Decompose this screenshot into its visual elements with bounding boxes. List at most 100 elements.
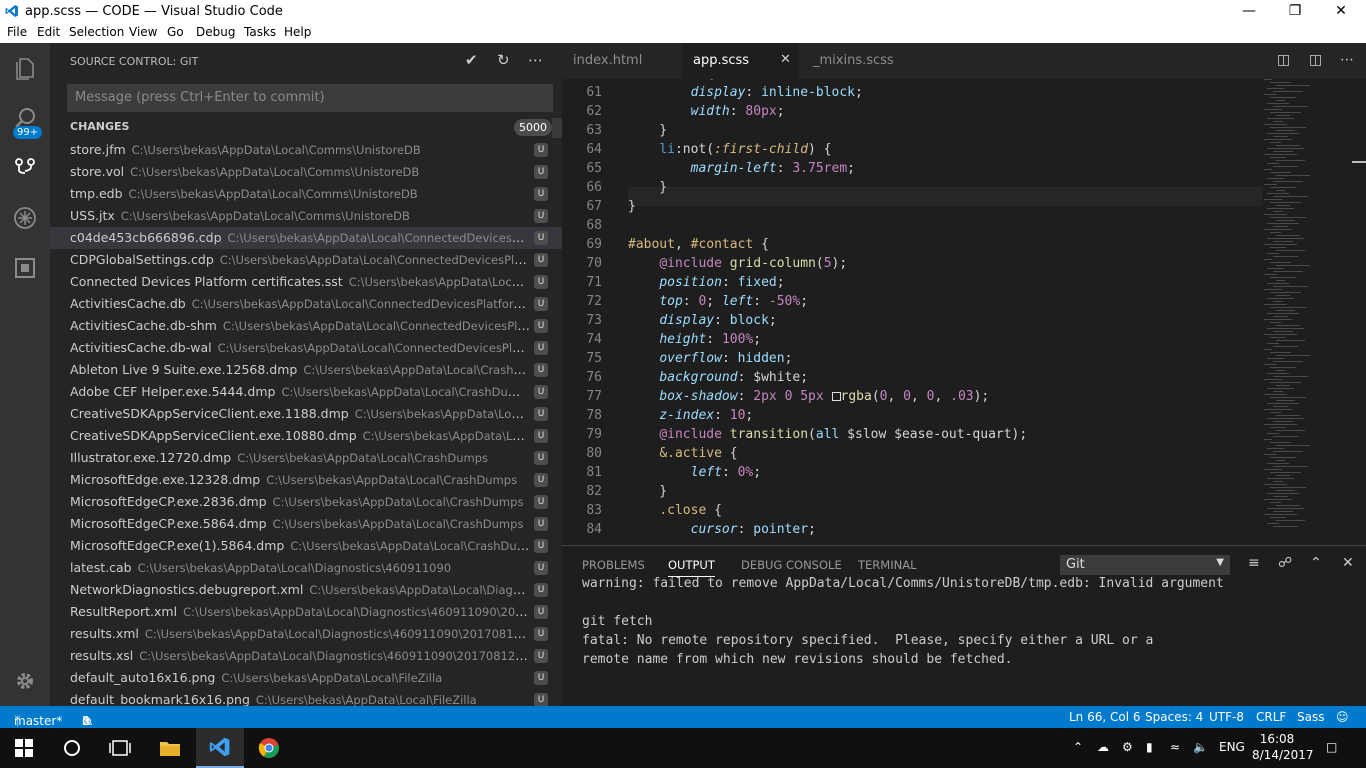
list-item[interactable]: Ableton Live 9 Suite.exe.12568.dmp C:\Use…	[50, 359, 562, 381]
minimap-line	[1276, 85, 1310, 86]
encoding[interactable]: UTF-8	[1209, 710, 1244, 724]
minimap-line	[1264, 169, 1272, 170]
tab-problems[interactable]: PROBLEMS	[582, 558, 645, 572]
debug-button[interactable]	[0, 193, 50, 243]
commit-message-input[interactable]: Message (press Ctrl+Enter to commit)	[67, 84, 553, 112]
menu-selection[interactable]: Selection	[69, 25, 124, 39]
list-item[interactable]: MicrosoftEdgeCP.exe(1).5864.dmp C:\Users\…	[50, 535, 562, 557]
manage-button[interactable]	[0, 656, 50, 706]
list-item[interactable]: c04de453cb666896.cdp C:\Users\bekas\AppDa…	[50, 227, 562, 249]
lock-scroll-icon[interactable]: ☍	[1278, 555, 1292, 571]
list-item[interactable]: CreativeSDKAppServiceClient.exe.10880.dm…	[50, 425, 562, 447]
list-item[interactable]: results.xml C:\Users\bekas\AppData\Local\…	[50, 623, 562, 645]
list-item[interactable]: latest.cab C:\Users\bekas\AppData\Local\D…	[50, 557, 562, 579]
split-editor-icon[interactable]: ◫	[1309, 52, 1322, 68]
editor-scrollbar[interactable]	[1352, 161, 1366, 163]
list-item[interactable]: MicrosoftEdgeCP.exe.5864.dmp C:\Users\bek…	[50, 513, 562, 535]
file-name: MicrosoftEdgeCP.exe.5864.dmp	[70, 516, 267, 531]
minimize-button[interactable]: —	[1226, 0, 1272, 23]
file-explorer-taskbar[interactable]	[146, 728, 194, 768]
line-ending[interactable]: CRLF	[1256, 710, 1286, 724]
code-editor[interactable]: 60 ul li {61 display: inline-block;62 wi…	[562, 79, 1366, 545]
menu-debug[interactable]: Debug	[196, 25, 235, 39]
changes-header[interactable]: CHANGES	[70, 120, 129, 133]
more-actions-icon[interactable]: ⋯	[1340, 52, 1354, 68]
language-mode[interactable]: Sass	[1297, 710, 1324, 724]
list-item[interactable]: Connected Devices Platform certificates.…	[50, 271, 562, 293]
status-bar: ᛉ master* ⊗ 0 ⚠ 3 Ln 66, Col 6 Spaces: 4…	[0, 706, 1366, 728]
feedback-icon[interactable]: ☺	[1336, 710, 1349, 724]
source-control-button[interactable]	[0, 143, 50, 193]
minimap-line	[1273, 406, 1288, 407]
cloud-icon[interactable]: ☁	[1097, 740, 1109, 754]
menu-edit[interactable]: Edit	[37, 25, 60, 39]
list-item[interactable]: default_auto16x16.png C:\Users\bekas\AppD…	[50, 667, 562, 689]
list-item[interactable]: USS.jtx C:\Users\bekas\AppData\Local\Comm…	[50, 205, 562, 227]
list-item[interactable]: store.jfm C:\Users\bekas\AppData\Local\Co…	[50, 139, 562, 161]
list-item[interactable]: default_bookmark16x16.png C:\Users\bekas\…	[50, 689, 562, 706]
list-item[interactable]: MicrosoftEdgeCP.exe.2836.dmp C:\Users\bek…	[50, 491, 562, 513]
close-icon[interactable]: ✕	[780, 52, 791, 67]
file-path: C:\Users\bekas\AppData\Local\CrashD...	[354, 407, 530, 421]
list-item[interactable]: Adobe CEF Helper.exe.5444.dmp C:\Users\be…	[50, 381, 562, 403]
list-item[interactable]: CDPGlobalSettings.cdp C:\Users\bekas\AppD…	[50, 249, 562, 271]
explorer-button[interactable]	[0, 43, 50, 93]
list-item[interactable]: Illustrator.exe.12720.dmp C:\Users\bekas\…	[50, 447, 562, 469]
list-item[interactable]: ResultReport.xml C:\Users\bekas\AppData\L…	[50, 601, 562, 623]
indentation[interactable]: Spaces: 4	[1145, 710, 1203, 724]
minimap-line	[1276, 310, 1295, 311]
list-item[interactable]: ActivitiesCache.db C:\Users\bekas\AppData…	[50, 293, 562, 315]
minimap-line	[1273, 496, 1288, 497]
list-item[interactable]: ActivitiesCache.db-wal C:\Users\bekas\App…	[50, 337, 562, 359]
code-text: box-shadow: 2px 0 5px rgba(0, 0, 0, .03)…	[659, 389, 990, 404]
cursor-position[interactable]: Ln 66, Col 6	[1069, 710, 1141, 724]
tab-terminal[interactable]: TERMINAL	[858, 558, 916, 572]
list-item[interactable]: ActivitiesCache.db-shm C:\Users\bekas\App…	[50, 315, 562, 337]
open-changes-icon[interactable]: ◫	[1277, 52, 1290, 68]
clear-output-icon[interactable]: ≡	[1248, 555, 1260, 571]
menu-help[interactable]: Help	[284, 25, 311, 39]
list-item[interactable]: store.vol C:\Users\bekas\AppData\Local\Co…	[50, 161, 562, 183]
untracked-badge: U	[534, 671, 548, 685]
tab-debug-console[interactable]: DEBUG CONSOLE	[741, 558, 842, 572]
more-actions-icon[interactable]: ⋯	[528, 51, 543, 69]
menu-file[interactable]: File	[7, 25, 27, 39]
maximize-panel-icon[interactable]: ⌃	[1310, 555, 1322, 571]
battery-icon[interactable]: ▮	[1146, 740, 1153, 754]
language-indicator[interactable]: ENG	[1219, 740, 1245, 754]
menu-go[interactable]: Go	[167, 25, 184, 39]
output-channel-select[interactable]: Git ▼	[1060, 555, 1230, 575]
volume-icon[interactable]: 🔈	[1193, 740, 1208, 754]
list-item[interactable]: results.xsl C:\Users\bekas\AppData\Local\…	[50, 645, 562, 667]
restore-button[interactable]: ❐	[1272, 0, 1318, 23]
task-view-button[interactable]	[96, 728, 144, 768]
notification-icon[interactable]: □	[1326, 740, 1337, 754]
list-item[interactable]: CreativeSDKAppServiceClient.exe.1188.dmp…	[50, 403, 562, 425]
sidebar-scrollbar[interactable]	[552, 118, 562, 138]
wifi-icon[interactable]: ≈	[1170, 740, 1180, 754]
vscode-taskbar[interactable]	[196, 728, 244, 768]
close-panel-icon[interactable]: ✕	[1342, 555, 1354, 571]
commit-check-icon[interactable]: ✔	[465, 51, 478, 69]
menu-view[interactable]: View	[129, 25, 157, 39]
tab-app-scss[interactable]: app.scss ✕	[682, 43, 799, 79]
list-item[interactable]: MicrosoftEdge.exe.12328.dmp C:\Users\beka…	[50, 469, 562, 491]
extensions-button[interactable]	[0, 243, 50, 293]
clock[interactable]: 16:08 8/14/2017	[1252, 731, 1314, 763]
minimap-line	[1270, 367, 1296, 368]
file-entry: CreativeSDKAppServiceClient.exe.1188.dmp…	[70, 406, 530, 421]
show-hidden-icons[interactable]: ⌃	[1073, 740, 1083, 754]
chrome-taskbar[interactable]	[245, 728, 293, 768]
menu-tasks[interactable]: Tasks	[244, 25, 276, 39]
tab-mixins-scss[interactable]: _mixins.scss	[799, 43, 919, 79]
close-window-button[interactable]: ✕	[1318, 0, 1364, 23]
refresh-icon[interactable]: ↻	[497, 51, 510, 69]
settings-tray-icon[interactable]: ⚙	[1122, 740, 1133, 754]
tab-index-html[interactable]: index.html	[562, 43, 682, 79]
minimap[interactable]	[1260, 79, 1350, 545]
cortana-button[interactable]	[48, 728, 96, 768]
start-button[interactable]	[0, 728, 48, 768]
list-item[interactable]: tmp.edb C:\Users\bekas\AppData\Local\Comm…	[50, 183, 562, 205]
file-name: latest.cab	[70, 560, 132, 575]
list-item[interactable]: NetworkDiagnostics.debugreport.xml C:\Use…	[50, 579, 562, 601]
